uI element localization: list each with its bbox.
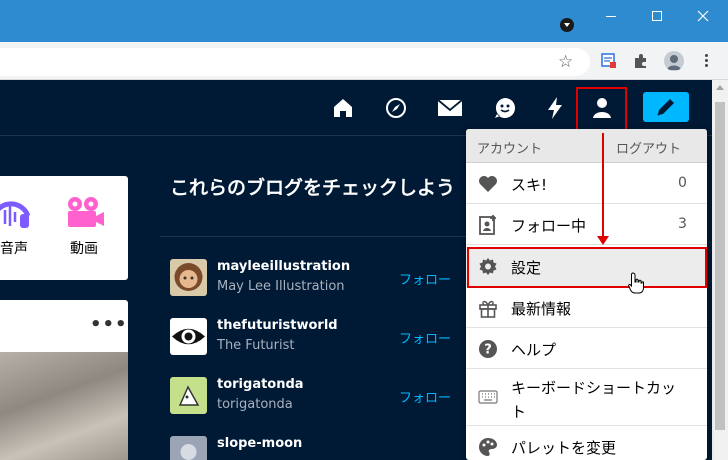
scroll-thumb[interactable] [715,102,725,430]
blog-name[interactable]: torigatonda [217,377,304,392]
menu-item-label: 最新情報 [511,300,572,318]
follow-button[interactable]: フォロー [399,328,451,347]
compose-button[interactable] [643,92,689,122]
video-label[interactable]: 動画 [70,238,98,258]
messages-icon[interactable] [491,94,519,122]
explore-icon[interactable] [382,94,410,122]
keyboard-icon [478,387,498,407]
menu-item-likes[interactable]: スキ! 0 [466,164,707,204]
menu-item-change-palette[interactable]: パレットを変更 [466,427,707,460]
page-scrollbar[interactable] [712,80,728,460]
annotation-arrowhead [597,236,609,245]
post-card: ••• [0,300,128,460]
audio-label[interactable]: 音声 [0,238,28,258]
gift-icon [478,298,498,318]
blog-title: May Lee Illustration [217,279,345,294]
svg-text:?: ? [484,343,492,358]
account-menu: アカウント ログアウト スキ! 0 フォロー中 3 設定 最新情報 ? ヘルプ [466,129,707,460]
menu-item-label: ヘルプ [511,341,557,359]
blog-name[interactable]: mayleeillustration [217,259,350,274]
puzzle-icon[interactable] [632,52,650,70]
account-header-label: アカウント [477,142,543,157]
help-icon: ? [478,339,498,359]
browser-toolbar: ☆ [0,42,728,80]
extension-icon[interactable] [600,52,618,70]
palette-icon [478,437,498,457]
annotation-arrow-line [602,133,604,239]
blog-avatar[interactable] [170,436,207,460]
menu-item-whats-new[interactable]: 最新情報 [466,288,707,328]
post-photo [0,352,128,460]
blog-name[interactable]: thefuturistworld [217,318,338,333]
menu-item-label: キーボードショートカット [511,379,677,421]
profile-dropdown-icon[interactable] [560,18,574,32]
blog-row: torigatonda torigatonda フォロー [170,377,470,421]
menu-item-count: 0 [678,175,687,191]
following-icon [478,215,498,235]
minimize-icon [606,16,616,17]
blog-row: slope-moon [170,436,470,460]
account-highlight-box [576,87,627,133]
menu-item-label: パレットを変更 [511,439,617,457]
account-menu-header: アカウント ログアウト [466,129,707,163]
blog-title: torigatonda [217,397,293,412]
inbox-icon[interactable] [436,94,464,122]
scroll-up-icon[interactable] [716,85,724,90]
audio-icon[interactable] [0,196,31,232]
blog-avatar[interactable] [170,318,207,355]
menu-item-label: スキ! [511,176,548,194]
minimize-button[interactable] [596,4,626,28]
divider [160,236,470,237]
address-bar[interactable]: ☆ [0,48,590,76]
menu-item-count: 3 [678,216,687,232]
blog-name[interactable]: slope-moon [217,436,302,451]
follow-button[interactable]: フォロー [399,269,451,288]
home-icon[interactable] [329,94,357,122]
browser-titlebar [0,0,728,42]
close-button[interactable] [688,4,718,28]
menu-item-label: フォロー中 [511,217,587,235]
activity-icon[interactable] [541,94,569,122]
blog-avatar[interactable] [170,377,207,414]
recommended-title: これらのブログをチェックしよう [170,177,456,199]
post-type-card: 音声 動画 [0,176,128,280]
profile-icon[interactable] [664,51,684,71]
bookmark-star-icon[interactable]: ☆ [558,52,573,72]
blog-title: The Futurist [217,338,295,353]
menu-icon[interactable] [698,52,714,70]
blog-row: thefuturistworld The Futurist フォロー [170,318,470,362]
video-icon[interactable] [66,196,106,232]
menu-item-following[interactable]: フォロー中 3 [466,205,707,245]
close-icon [697,10,709,22]
settings-highlight-box [467,247,707,288]
compose-icon [657,99,674,116]
follow-button[interactable]: フォロー [399,387,451,406]
blog-avatar[interactable] [170,259,207,296]
blog-row: mayleeillustration May Lee Illustration … [170,259,470,303]
post-more-icon[interactable]: ••• [90,314,128,335]
maximize-button[interactable] [642,4,672,28]
maximize-icon [652,11,662,21]
menu-item-help[interactable]: ? ヘルプ [466,329,707,369]
logout-link[interactable]: ログアウト [616,138,681,157]
menu-item-keyboard-shortcuts[interactable]: キーボードショートカット [466,370,707,426]
heart-icon [478,174,498,194]
hand-cursor-icon [628,272,644,294]
